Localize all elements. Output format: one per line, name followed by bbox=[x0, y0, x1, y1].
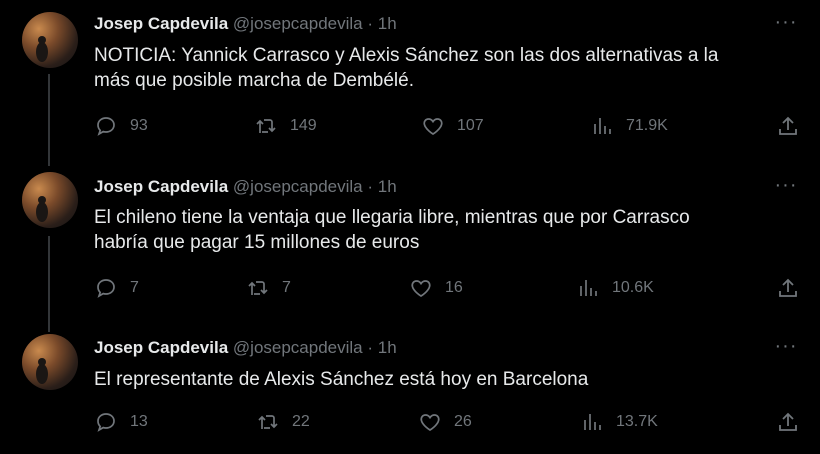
avatar[interactable] bbox=[22, 172, 78, 228]
reply-button[interactable]: 13 bbox=[94, 409, 148, 435]
retweet-icon bbox=[248, 281, 268, 295]
tweet[interactable]: Josep Capdevila @josepcapdevila · 1h ···… bbox=[0, 326, 820, 454]
reply-count: 93 bbox=[130, 117, 148, 134]
like-count: 26 bbox=[454, 413, 472, 430]
tweet-text-line: El chileno tiene la ventaja que llegaria… bbox=[94, 207, 690, 228]
retweet-count: 22 bbox=[292, 413, 310, 430]
tweet-thread: Josep Capdevila @josepcapdevila · 1h ···… bbox=[0, 0, 820, 454]
reply-count: 13 bbox=[130, 413, 148, 430]
share-icon bbox=[779, 116, 797, 135]
reply-button[interactable]: 7 bbox=[94, 275, 139, 301]
views-button[interactable]: 10.6K bbox=[576, 275, 654, 301]
retweet-icon bbox=[258, 415, 278, 429]
avatar[interactable] bbox=[22, 12, 78, 68]
tweet-actions: 93 149 107 71.9K bbox=[94, 113, 804, 139]
tweet[interactable]: Josep Capdevila @josepcapdevila · 1h ···… bbox=[0, 0, 820, 160]
separator-dot: · bbox=[367, 177, 374, 196]
like-count: 107 bbox=[457, 117, 484, 134]
like-count: 16 bbox=[445, 279, 463, 296]
reply-button[interactable]: 93 bbox=[94, 113, 148, 139]
tweet-time[interactable]: 1h bbox=[378, 177, 397, 196]
share-icon bbox=[779, 278, 797, 297]
retweet-button[interactable]: 149 bbox=[254, 113, 317, 139]
views-chart-icon bbox=[584, 414, 601, 430]
reply-icon bbox=[97, 117, 115, 136]
views-button[interactable]: 71.9K bbox=[590, 113, 668, 139]
tweet-text-line: más que posible marcha de Dembélé. bbox=[94, 70, 415, 91]
tweet-header: Josep Capdevila @josepcapdevila · 1h bbox=[94, 338, 397, 358]
avatar[interactable] bbox=[22, 334, 78, 390]
tweet-text-line: El representante de Alexis Sánchez está … bbox=[94, 369, 589, 390]
share-button[interactable] bbox=[776, 409, 800, 435]
tweet[interactable]: Josep Capdevila @josepcapdevila · 1h ···… bbox=[0, 160, 820, 326]
heart-icon bbox=[423, 118, 443, 135]
separator-dot: · bbox=[367, 338, 374, 357]
more-dots-icon[interactable]: ··· bbox=[774, 336, 798, 360]
tweet-time[interactable]: 1h bbox=[378, 14, 397, 33]
share-icon bbox=[779, 412, 797, 431]
views-count: 13.7K bbox=[616, 413, 658, 430]
heart-icon bbox=[420, 414, 440, 431]
separator-dot: · bbox=[367, 14, 374, 33]
more-dots-icon[interactable]: ··· bbox=[774, 175, 798, 199]
share-button[interactable] bbox=[776, 275, 800, 301]
heart-icon bbox=[411, 280, 431, 297]
retweet-button[interactable]: 7 bbox=[246, 275, 291, 301]
views-chart-icon bbox=[580, 280, 597, 296]
retweet-count: 7 bbox=[282, 279, 291, 296]
tweet-header: Josep Capdevila @josepcapdevila · 1h bbox=[94, 177, 397, 197]
views-count: 10.6K bbox=[612, 279, 654, 296]
tweet-header: Josep Capdevila @josepcapdevila · 1h bbox=[94, 14, 397, 34]
author-handle[interactable]: @josepcapdevila bbox=[233, 14, 363, 33]
tweet-time[interactable]: 1h bbox=[378, 338, 397, 357]
reply-icon bbox=[97, 279, 115, 298]
tweet-text: El chileno tiene la ventaja que llegaria… bbox=[94, 205, 794, 255]
retweet-count: 149 bbox=[290, 117, 317, 134]
reply-count: 7 bbox=[130, 279, 139, 296]
like-button[interactable]: 26 bbox=[418, 409, 472, 435]
tweet-text: El representante de Alexis Sánchez está … bbox=[94, 367, 794, 392]
author-handle[interactable]: @josepcapdevila bbox=[233, 338, 363, 357]
like-button[interactable]: 107 bbox=[421, 113, 484, 139]
retweet-icon bbox=[256, 119, 276, 133]
views-chart-icon bbox=[594, 118, 611, 134]
views-count: 71.9K bbox=[626, 117, 668, 134]
tweet-actions: 13 22 26 13.7K bbox=[94, 409, 804, 435]
author-name[interactable]: Josep Capdevila bbox=[94, 177, 228, 196]
author-name[interactable]: Josep Capdevila bbox=[94, 14, 228, 33]
more-dots-icon[interactable]: ··· bbox=[774, 12, 798, 36]
like-button[interactable]: 16 bbox=[409, 275, 463, 301]
reply-icon bbox=[97, 413, 115, 432]
tweet-actions: 7 7 16 10.6K bbox=[94, 275, 804, 301]
tweet-text: NOTICIA: Yannick Carrasco y Alexis Sánch… bbox=[94, 43, 794, 93]
author-handle[interactable]: @josepcapdevila bbox=[233, 177, 363, 196]
views-button[interactable]: 13.7K bbox=[580, 409, 658, 435]
retweet-button[interactable]: 22 bbox=[256, 409, 310, 435]
tweet-text-line: habría que pagar 15 millones de euros bbox=[94, 232, 420, 253]
tweet-text-line: NOTICIA: Yannick Carrasco y Alexis Sánch… bbox=[94, 45, 719, 66]
author-name[interactable]: Josep Capdevila bbox=[94, 338, 228, 357]
share-button[interactable] bbox=[776, 113, 800, 139]
